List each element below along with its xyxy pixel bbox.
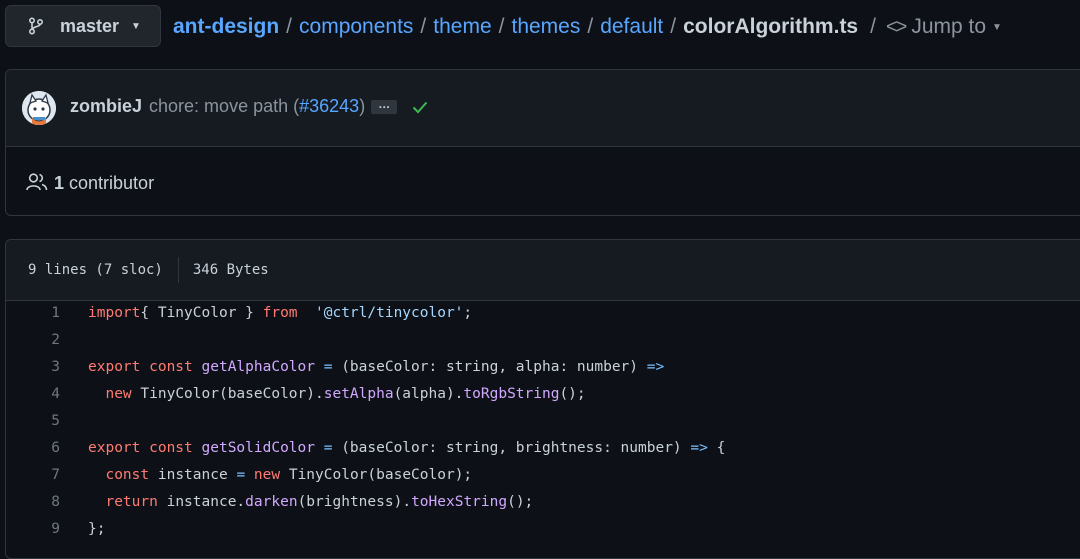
- code-line: 1 import{ TinyColor } from '@ctrl/tinycol…: [6, 300, 1080, 327]
- code-text: return instance.darken(brightness).toHex…: [105, 494, 534, 510]
- line-number[interactable]: 9: [6, 516, 60, 543]
- code-text: export const getAlphaColor = (baseColor:…: [88, 359, 665, 375]
- latest-commit-box: zombieJ chore: move path ( #36243 ) … 1 …: [5, 69, 1080, 216]
- line-number[interactable]: 1: [6, 300, 60, 327]
- line-number[interactable]: 6: [6, 435, 60, 462]
- breadcrumb-repo-link[interactable]: ant-design: [173, 15, 279, 39]
- contributors-link[interactable]: 1 contributor: [26, 172, 154, 194]
- breadcrumb-link-components[interactable]: components: [299, 15, 413, 39]
- branch-name: master: [60, 15, 120, 36]
- expand-commit-message-button[interactable]: …: [371, 98, 398, 114]
- file-name: colorAlgorithm.ts: [683, 15, 859, 38]
- file-content-box: 9 lines (7 sloc) 346 Bytes 1 import{ Tiny…: [5, 239, 1080, 559]
- code-line: 3 export const getAlphaColor = (baseColor…: [6, 354, 1080, 381]
- code-line: 9};: [6, 516, 1080, 543]
- breadcrumb-separator: /: [870, 15, 876, 38]
- contributors-label: contributor: [69, 172, 155, 193]
- code-view: 1 import{ TinyColor } from '@ctrl/tinycol…: [6, 300, 1080, 543]
- commit-summary: zombieJ chore: move path ( #36243 ) …: [70, 96, 429, 117]
- code-text: const instance = new TinyColor(baseColor…: [105, 467, 473, 483]
- breadcrumb-separator: /: [420, 15, 427, 38]
- code-line: 2: [6, 327, 1080, 354]
- code-icon: <>: [885, 15, 907, 38]
- code-text: export const getSolidColor = (baseColor:…: [88, 440, 726, 456]
- code-text: new TinyColor(baseColor).setAlpha(alpha)…: [105, 386, 586, 402]
- pull-request-link[interactable]: #36243: [299, 96, 359, 117]
- breadcrumb-separator: /: [286, 15, 293, 38]
- line-number[interactable]: 3: [6, 354, 60, 381]
- commit-message-link[interactable]: chore: move path (: [149, 96, 299, 117]
- code-line: 5: [6, 408, 1080, 435]
- commit-author-link[interactable]: zombieJ: [70, 96, 142, 117]
- breadcrumb-link-theme[interactable]: theme: [433, 15, 491, 39]
- check-icon[interactable]: [411, 98, 429, 116]
- file-line-count: 9 lines (7 sloc): [28, 262, 163, 278]
- breadcrumb-link-default[interactable]: default: [600, 15, 663, 39]
- people-icon: [26, 172, 48, 194]
- line-number[interactable]: 4: [6, 381, 60, 408]
- line-number[interactable]: 5: [6, 408, 60, 435]
- code-line: 7 const instance = new TinyColor(baseCol…: [6, 462, 1080, 489]
- breadcrumb-separator: /: [670, 15, 677, 38]
- git-branch-icon: [28, 17, 46, 35]
- commit-message-end: ): [359, 96, 366, 116]
- code-line: 4 new TinyColor(baseColor).setAlpha(alph…: [6, 381, 1080, 408]
- jump-to-button[interactable]: <> Jump to ▼: [886, 15, 1002, 39]
- branch-selector-button[interactable]: master ▼: [5, 5, 161, 47]
- code-text: };: [88, 521, 106, 537]
- code-text: import{ TinyColor } from '@ctrl/tinycolo…: [88, 305, 473, 321]
- divider: [177, 257, 179, 283]
- file-navigation: master ▼ ant-design / components / theme…: [0, 0, 1080, 56]
- file-info-bar: 9 lines (7 sloc) 346 Bytes: [6, 240, 1080, 301]
- latest-commit-row: zombieJ chore: move path ( #36243 ) …: [6, 70, 1080, 147]
- contributors-count: 1: [54, 172, 65, 193]
- breadcrumb: ant-design / components / theme / themes…: [173, 12, 1002, 42]
- line-number[interactable]: 7: [6, 462, 60, 489]
- breadcrumb-link-themes[interactable]: themes: [511, 15, 580, 39]
- jump-to-label: Jump to: [911, 15, 987, 38]
- breadcrumb-separator: /: [587, 15, 594, 38]
- line-number[interactable]: 8: [6, 489, 60, 516]
- code-line: 8 return instance.darken(brightness).toH…: [6, 489, 1080, 516]
- code-line: 6 export const getSolidColor = (baseColor…: [6, 435, 1080, 462]
- chevron-down-icon: ▼: [131, 20, 141, 32]
- chevron-down-icon: ▼: [992, 21, 1002, 33]
- line-number[interactable]: 2: [6, 327, 60, 354]
- breadcrumb-separator: /: [498, 15, 505, 38]
- file-size: 346 Bytes: [192, 262, 269, 278]
- avatar[interactable]: [22, 91, 56, 125]
